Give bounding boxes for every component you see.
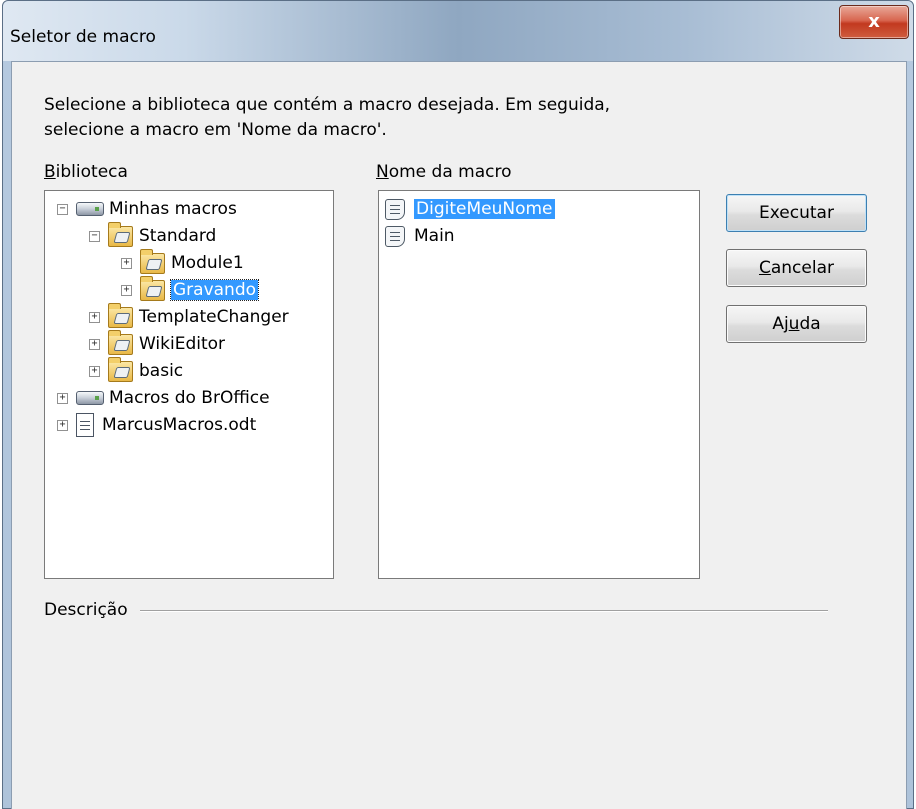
- cancel-button-rest: ancelar: [770, 258, 834, 278]
- close-icon: x: [868, 11, 880, 32]
- tree-item-templatechanger[interactable]: + TemplateChanger: [89, 302, 289, 330]
- tree-item-minhas-macros[interactable]: − Minhas macros: [57, 196, 237, 222]
- tree-item-marcusmacros-odt[interactable]: + MarcusMacros.odt: [57, 412, 256, 438]
- library-folder-icon: [108, 356, 133, 382]
- window-title: Seletor de macro: [10, 27, 156, 47]
- collapse-icon[interactable]: −: [89, 230, 100, 242]
- module-folder-icon: [140, 275, 165, 301]
- tree-item-label: TemplateChanger: [139, 307, 289, 327]
- run-button[interactable]: Executar: [726, 194, 867, 232]
- macro-selector-window: Seletor de macro x Selecione a bibliotec…: [2, 0, 914, 809]
- macro-item-digitemeunome[interactable]: DigiteMeuNome: [385, 196, 555, 222]
- title-bar[interactable]: Seletor de macro x: [3, 1, 913, 61]
- cancel-button[interactable]: Cancelar: [726, 249, 867, 287]
- help-button-accel: u: [788, 314, 800, 334]
- macro-name-label-rest: ome da macro: [388, 162, 512, 182]
- tree-item-label: Minhas macros: [109, 199, 237, 219]
- expand-icon[interactable]: +: [57, 419, 68, 431]
- library-label-accel: B: [44, 162, 56, 182]
- expand-icon[interactable]: +: [89, 365, 100, 377]
- tree-item-label: basic: [139, 361, 184, 381]
- drive-icon: [76, 391, 104, 405]
- tree-item-macros-do-broffice[interactable]: + Macros do BrOffice: [57, 385, 270, 411]
- drive-icon: [76, 202, 104, 216]
- run-button-label: Executar: [759, 203, 834, 223]
- tree-item-gravando[interactable]: + Gravando: [121, 275, 260, 303]
- dialog-body: Selecione a biblioteca que contém a macr…: [11, 61, 907, 809]
- library-folder-icon: [108, 329, 133, 355]
- macro-name-label: Nome da macro: [376, 162, 512, 182]
- instruction-line-2: selecione a macro em 'Nome da macro'.: [44, 120, 387, 140]
- tree-item-label: Module1: [171, 253, 244, 273]
- description-label: Descrição: [44, 600, 128, 620]
- expand-icon[interactable]: +: [121, 284, 132, 296]
- library-folder-icon: [108, 221, 133, 247]
- macro-name-label-accel: N: [376, 162, 389, 182]
- description-separator: [140, 610, 828, 612]
- tree-item-label: Macros do BrOffice: [109, 388, 270, 408]
- library-label-rest: iblioteca: [55, 162, 128, 182]
- instruction-line-1: Selecione a biblioteca que contém a macr…: [44, 95, 611, 115]
- macro-list[interactable]: DigiteMeuNome Main: [378, 190, 700, 579]
- tree-item-label: WikiEditor: [139, 334, 226, 354]
- library-tree[interactable]: − Minhas macros − Standard + Module1 + G…: [44, 190, 334, 579]
- macro-script-icon: [385, 198, 405, 220]
- tree-item-basic[interactable]: + basic: [89, 356, 184, 384]
- tree-item-wikieditor[interactable]: + WikiEditor: [89, 329, 226, 357]
- macro-item-label-selected: DigiteMeuNome: [414, 199, 555, 219]
- expand-icon[interactable]: +: [121, 257, 132, 269]
- tree-item-label-selected: Gravando: [169, 279, 260, 301]
- help-button-post: da: [799, 314, 821, 334]
- instruction-text: Selecione a biblioteca que contém a macr…: [44, 93, 744, 143]
- library-folder-icon: [108, 302, 133, 328]
- macro-item-label: Main: [414, 226, 455, 246]
- tree-item-module1[interactable]: + Module1: [121, 248, 244, 276]
- tree-item-label: Standard: [139, 226, 217, 246]
- collapse-icon[interactable]: −: [57, 203, 68, 215]
- help-button-pre: Aj: [772, 314, 789, 334]
- document-icon: [76, 413, 94, 437]
- cancel-button-accel: C: [758, 258, 771, 278]
- macro-script-icon: [385, 225, 405, 247]
- module-folder-icon: [140, 248, 165, 274]
- expand-icon[interactable]: +: [89, 338, 100, 350]
- macro-item-main[interactable]: Main: [385, 223, 455, 249]
- expand-icon[interactable]: +: [89, 311, 100, 323]
- tree-item-standard[interactable]: − Standard: [89, 221, 217, 249]
- help-button[interactable]: Ajuda: [726, 305, 867, 343]
- tree-item-label: MarcusMacros.odt: [102, 415, 257, 435]
- expand-icon[interactable]: +: [57, 392, 68, 404]
- close-button[interactable]: x: [839, 5, 909, 39]
- library-label: Biblioteca: [44, 162, 128, 182]
